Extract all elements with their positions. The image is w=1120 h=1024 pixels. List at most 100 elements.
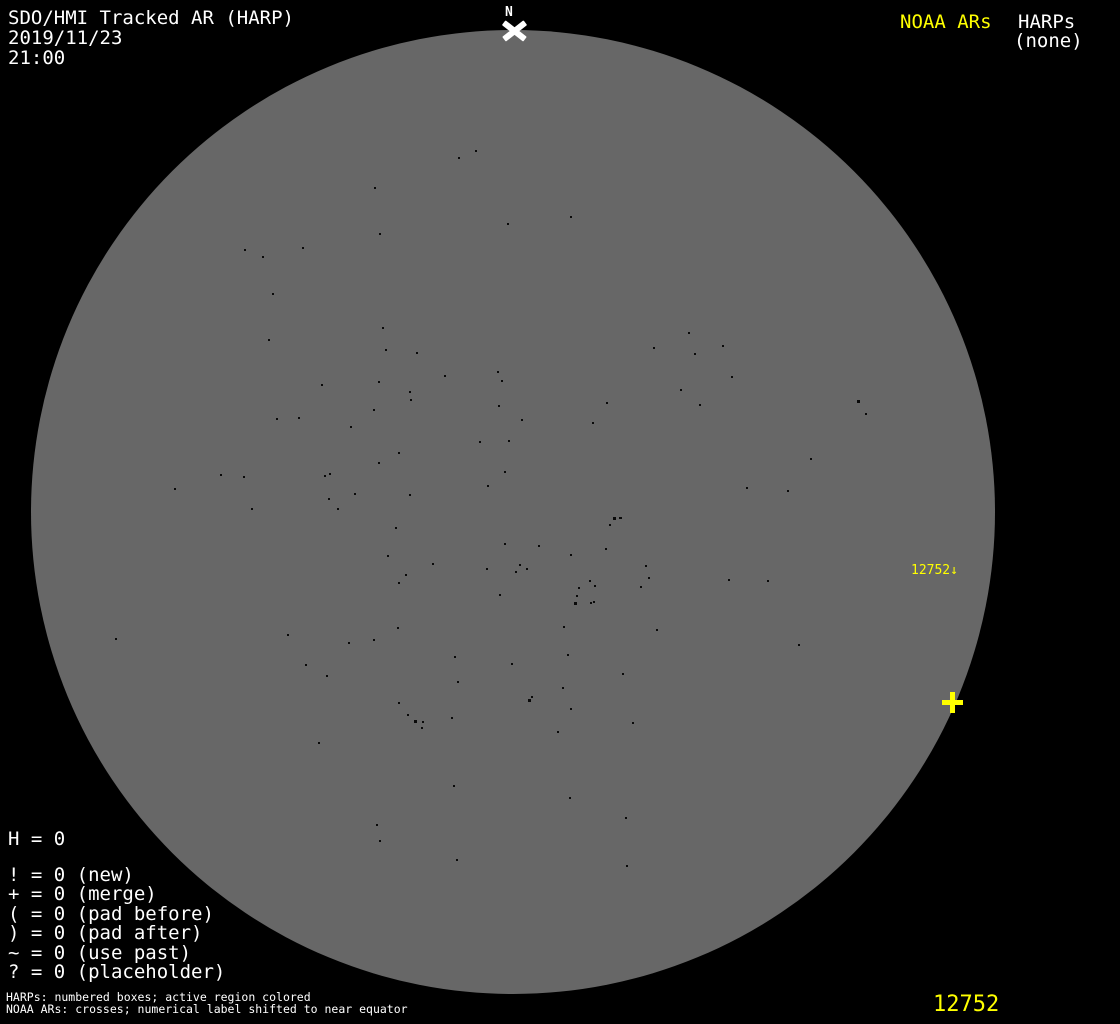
sunspot-pixel <box>680 389 682 391</box>
sunspot-pixel <box>387 555 389 557</box>
sunspot-pixel <box>590 602 592 604</box>
sunspot-pixel <box>262 256 264 258</box>
sunspot-pixel <box>499 594 501 596</box>
sunspot-pixel <box>570 216 572 218</box>
sunspot-pixel <box>731 376 733 378</box>
sunspot-pixel <box>497 371 499 373</box>
sunspot-pixel <box>398 582 400 584</box>
sunspot-pixel <box>563 626 565 628</box>
sunspot-pixel <box>379 233 381 235</box>
sunspot-pixel <box>382 327 384 329</box>
sunspot-pixel <box>498 405 500 407</box>
sunspot-pixel <box>454 656 456 658</box>
sunspot-pixel <box>728 579 730 581</box>
sunspot-pixel <box>557 731 559 733</box>
sunspot-pixel <box>486 568 488 570</box>
sunspot-pixel <box>416 352 418 354</box>
sunspot-pixel <box>298 417 300 419</box>
page-title: SDO/HMI Tracked AR (HARP) <box>8 7 294 29</box>
sunspot-pixel <box>699 404 701 406</box>
sunspot-pixel <box>531 696 533 698</box>
sunspot-pixel <box>519 564 521 566</box>
sunspot-pixel <box>746 487 748 489</box>
legend-item-placeholder: ? = 0 (placeholder) <box>8 961 226 984</box>
sunspot-pixel <box>410 399 412 401</box>
sunspot-pixel <box>376 824 378 826</box>
sunspot-pixel <box>251 508 253 510</box>
sunspot-pixel <box>374 187 376 189</box>
sunspot-pixel <box>444 375 446 377</box>
north-pole-x-icon <box>502 19 527 41</box>
sunspot-pixel <box>626 865 628 867</box>
sunspot-pixel <box>576 595 578 597</box>
sunspot-pixel <box>538 545 540 547</box>
sunspot-pixel <box>504 543 506 545</box>
sunspot-pixel <box>857 400 860 403</box>
sunspot-pixel <box>865 413 867 415</box>
sunspot-pixel <box>475 150 477 152</box>
sunspot-pixel <box>397 627 399 629</box>
legend: ! = 0 (new) + = 0 (merge)( = 0 (pad befor… <box>8 865 226 984</box>
sunspot-pixel <box>305 664 307 666</box>
sunspot-pixel <box>609 524 611 526</box>
harps-none-value: (none) <box>1014 30 1083 52</box>
sunspot-pixel <box>528 699 531 702</box>
sunspot-pixel <box>640 586 642 588</box>
sunspot-pixel <box>409 391 411 393</box>
sunspot-pixel <box>479 441 481 443</box>
sunspot-pixel <box>567 654 569 656</box>
sunspot-pixel <box>605 548 607 550</box>
sunspot-pixel <box>694 353 696 355</box>
sunspot-pixel <box>398 452 400 454</box>
sunspot-pixel <box>578 587 580 589</box>
sunspot-pixel <box>244 249 246 251</box>
sunspot-pixel <box>456 859 458 861</box>
observation-time: 21:00 <box>8 47 66 69</box>
sunspot-pixel <box>409 494 411 496</box>
sunspot-pixel <box>722 345 724 347</box>
sunspot-pixel <box>508 440 510 442</box>
north-label: N <box>505 5 513 20</box>
sunspot-pixel <box>354 493 356 495</box>
sunspot-pixel <box>398 702 400 704</box>
sunspot-pixel <box>243 476 245 478</box>
solar-disk <box>31 30 995 994</box>
footer-note-noaa: NOAA ARs: crosses; numerical label shift… <box>6 1002 408 1016</box>
legend-item-pad-after: ) = 0 (pad after) <box>8 922 203 945</box>
sunspot-pixel <box>688 332 690 334</box>
legend-item-merge: + = 0 (merge) <box>8 883 157 906</box>
sunspot-pixel <box>656 629 658 631</box>
noaa-ars-column-label: NOAA ARs <box>900 11 992 33</box>
sunspot-pixel <box>622 673 624 675</box>
sunspot-pixel <box>268 339 270 341</box>
sunspot-pixel <box>324 475 326 477</box>
ar-12752-cross-icon <box>942 692 963 713</box>
sunspot-pixel <box>594 585 596 587</box>
sunspot-pixel <box>302 247 304 249</box>
sunspot-pixel <box>653 347 655 349</box>
sunspot-pixel <box>115 638 117 640</box>
sunspot-pixel <box>526 568 528 570</box>
sunspot-pixel <box>569 797 571 799</box>
sunspot-pixel <box>592 422 594 424</box>
sunspot-pixel <box>432 563 434 565</box>
sunspot-pixel <box>395 527 397 529</box>
sunspot-pixel <box>378 462 380 464</box>
sunspot-pixel <box>378 381 380 383</box>
sunspot-pixel <box>562 687 564 689</box>
sunspot-pixel <box>220 474 222 476</box>
sunspot-pixel <box>613 517 616 520</box>
sunspot-pixel <box>350 426 352 428</box>
sunspot-pixel <box>407 714 409 716</box>
sunspot-pixel <box>632 722 634 724</box>
sunspot-pixel <box>798 644 800 646</box>
sunspot-pixel <box>767 580 769 582</box>
sunspot-pixel <box>501 380 503 382</box>
sunspot-pixel <box>457 681 459 683</box>
ar-12752-label: 12752↓ <box>911 563 958 578</box>
sunspot-pixel <box>422 721 424 723</box>
sunspot-pixel <box>570 708 572 710</box>
sunspot-pixel <box>174 488 176 490</box>
sunspot-pixel <box>414 720 417 723</box>
sunspot-pixel <box>276 418 278 420</box>
